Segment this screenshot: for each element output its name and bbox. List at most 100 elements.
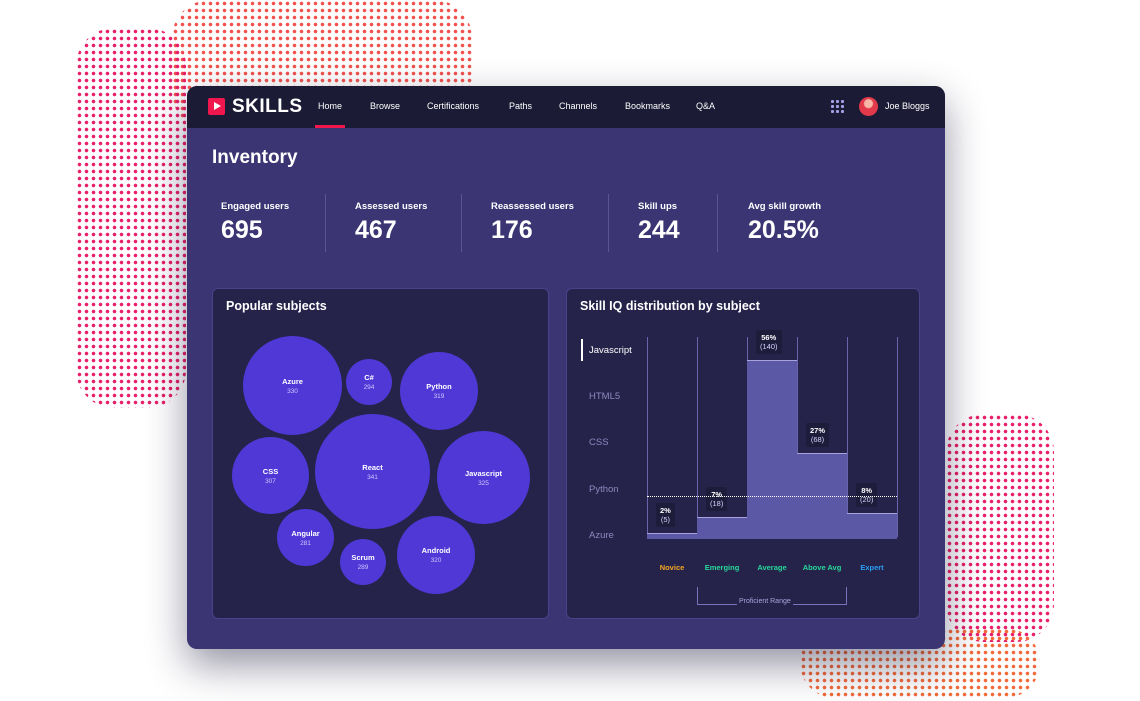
bubble-value: 320 [430, 557, 442, 564]
count-label: (140) [760, 341, 778, 351]
top-nav: SKILLS Home Browse Certifications Paths … [187, 86, 945, 128]
bubble-label: Android [421, 546, 451, 555]
nav-certifications[interactable]: Certifications [427, 101, 479, 111]
proficient-range-label: Proficient Range [737, 598, 793, 605]
bubble-python[interactable]: Python 319 [400, 352, 478, 430]
distribution-data-label: 2% (5) [656, 502, 675, 527]
column-divider [847, 337, 848, 537]
column-divider [647, 337, 648, 537]
average-dotted-line [647, 496, 897, 497]
active-nav-indicator [315, 125, 345, 128]
count-label: (18) [710, 498, 724, 508]
bubble-label: Angular [291, 528, 320, 538]
play-logo-icon [208, 98, 225, 115]
nav-paths[interactable]: Paths [509, 101, 532, 111]
bubble-value: 294 [363, 384, 375, 391]
stat-value: 695 [221, 216, 263, 244]
category-label: Novice [659, 563, 685, 572]
distribution-data-label: 56% (140) [756, 329, 782, 354]
bubble-label: Javascript [464, 468, 503, 478]
percent-label: 27% [810, 425, 826, 435]
stat-label: Skill ups [638, 201, 678, 212]
bubble-value: 319 [433, 393, 445, 400]
stat-label: Reassessed users [491, 201, 574, 212]
bubble-label: React [362, 462, 383, 472]
brand-name: SKILLS [232, 96, 303, 117]
subject-azure[interactable]: Azure [589, 530, 614, 541]
bubble-angular[interactable]: Angular 281 [277, 509, 334, 566]
bubble-react[interactable]: React 341 [315, 414, 430, 529]
stat-skill-ups: Skill ups 244 [638, 201, 680, 245]
decorative-dots-right [946, 414, 1054, 642]
nav-bookmarks[interactable]: Bookmarks [625, 101, 670, 111]
bubble-javascript[interactable]: Javascript 325 [437, 431, 530, 524]
user-avatar[interactable] [859, 97, 878, 116]
bubble-value: 307 [265, 477, 276, 485]
nav-browse[interactable]: Browse [370, 101, 400, 111]
stat-divider [461, 194, 462, 252]
stat-reassessed-users: Reassessed users 176 [491, 201, 574, 245]
percent-label: 56% [761, 332, 777, 342]
bar-top-edge [847, 513, 897, 515]
skill-iq-distribution-panel: Skill IQ distribution by subject Javascr… [566, 288, 920, 619]
bubble-azure[interactable]: Azure 330 [243, 336, 342, 435]
distribution-bar-average [747, 359, 797, 539]
column-divider [697, 337, 698, 537]
bar-top-edge [647, 532, 697, 534]
category-label: Above Avg [802, 563, 842, 572]
percent-label: 8% [861, 486, 873, 496]
page-title: Inventory [212, 147, 298, 168]
brand-logo[interactable]: SKILLS [208, 96, 303, 117]
bubble-value: 330 [287, 387, 298, 395]
bubble-label: Scrum [351, 553, 375, 562]
user-name[interactable]: Joe Bloggs [885, 101, 930, 111]
stat-label: Assessed users [355, 201, 428, 212]
bubble-value: 289 [357, 564, 369, 571]
count-label: (5) [660, 514, 670, 524]
stat-value: 176 [491, 216, 533, 244]
nav-home[interactable]: Home [318, 101, 342, 111]
column-divider [897, 337, 898, 537]
nav-qa[interactable]: Q&A [696, 101, 715, 111]
distribution-data-label: 27% (68) [806, 422, 830, 447]
bubble-css[interactable]: CSS 307 [232, 437, 309, 514]
stat-divider [325, 194, 326, 252]
stat-avg-skill-growth: Avg skill growth 20.5% [748, 201, 821, 245]
bar-top-edge [797, 452, 847, 454]
stat-value: 20.5% [748, 216, 819, 244]
bubble-label: Azure [282, 376, 303, 386]
subject-css[interactable]: CSS [589, 437, 609, 448]
popular-subjects-panel: Popular subjects Azure 330 C# 294 Python… [212, 288, 549, 619]
subject-javascript[interactable]: Javascript [589, 345, 632, 356]
stat-engaged-users: Engaged users 695 [221, 201, 289, 245]
category-label: Emerging [704, 563, 740, 572]
subject-html5[interactable]: HTML5 [589, 391, 620, 402]
bubble-scrum[interactable]: Scrum 289 [340, 539, 386, 585]
bubble-label: C# [364, 373, 374, 382]
distribution-data-label: 7% (18) [706, 486, 728, 511]
distribution-bar-emerging [697, 516, 747, 539]
stat-value: 244 [638, 216, 680, 244]
category-label: Expert [860, 563, 884, 572]
bubble-label: CSS [262, 466, 279, 476]
distribution-bar-expert [847, 513, 897, 539]
bubble-label: Python [426, 382, 452, 391]
panel-title: Popular subjects [226, 299, 327, 313]
nav-channels[interactable]: Channels [559, 101, 597, 111]
panel-title: Skill IQ distribution by subject [580, 299, 760, 313]
count-label: (68) [810, 434, 825, 444]
subject-python[interactable]: Python [589, 484, 619, 495]
stat-label: Engaged users [221, 201, 290, 212]
bubble-android[interactable]: Android 320 [397, 516, 475, 594]
bar-top-edge [697, 516, 747, 518]
bubble-csharp[interactable]: C# 294 [346, 359, 392, 405]
stat-value: 467 [355, 216, 397, 244]
stat-divider [717, 194, 718, 252]
stat-assessed-users: Assessed users 467 [355, 201, 427, 245]
category-label: Average [757, 563, 787, 572]
bubble-value: 341 [367, 473, 378, 481]
decorative-dots-left [76, 28, 186, 408]
app-window: SKILLS Home Browse Certifications Paths … [187, 86, 945, 649]
bubble-value: 325 [478, 479, 489, 487]
apps-grid-icon[interactable] [831, 100, 844, 113]
